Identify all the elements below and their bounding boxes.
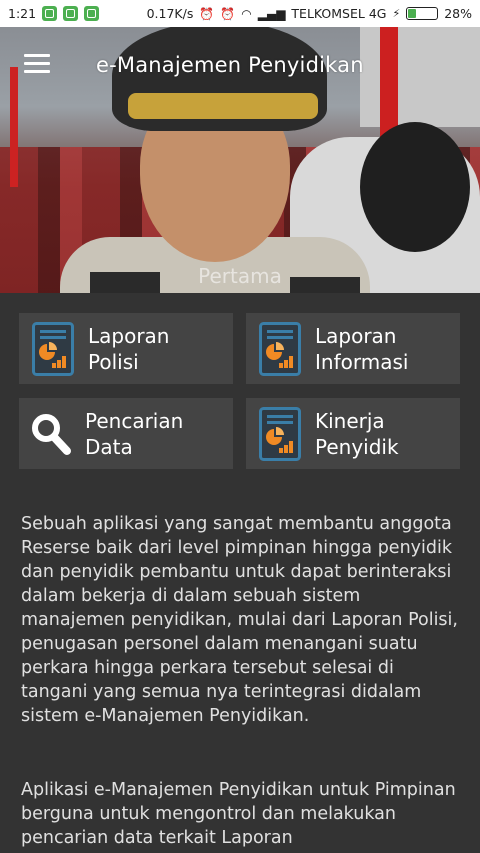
laporan-polisi-label-line2: Polisi [88,349,139,374]
pencarian-data-label-line1: Pencarian [85,408,184,433]
report-chart-icon [259,321,301,376]
notification-icon [63,6,79,21]
description-paragraph: Aplikasi e-Manajemen Penyidikan untuk Pi… [21,780,456,848]
banner-caption: Pertama [198,264,282,288]
battery-icon [406,7,439,20]
kinerja-penyidik-label-line2: Penyidik [315,434,399,459]
banner-cap-band [128,93,318,119]
network-speed: 0.17K/s [146,6,194,21]
laporan-polisi-button[interactable]: Laporan Polisi [19,313,233,384]
banner-red-pole [10,67,18,187]
kinerja-penyidik-button[interactable]: Kinerja Penyidik [246,398,460,469]
banner-person-head [360,122,470,252]
signal-icon: ▂▄▆ [257,6,286,21]
alarm-icon: ⏰ [220,6,236,21]
wifi-icon: ◠ [241,6,252,21]
pencarian-data-button[interactable]: Pencarian Data [19,398,233,469]
hamburger-menu-icon[interactable] [24,54,50,74]
carrier-label: TELKOMSEL 4G [291,6,387,21]
app-title: e-Manajemen Penyidikan [96,53,364,77]
laporan-informasi-button[interactable]: Laporan Informasi [246,313,460,384]
charging-icon: ⚡ [392,7,401,20]
report-chart-icon [32,321,74,376]
laporan-informasi-label-line2: Informasi [315,349,409,374]
laporan-informasi-label-line1: Laporan [315,323,397,348]
notification-icon [42,6,58,21]
pencarian-data-label-line2: Data [85,434,133,459]
report-chart-icon [259,406,301,461]
banner-sign [360,27,480,127]
search-icon [32,413,71,455]
description-paragraph: Sebuah aplikasi yang sangat membantu ang… [21,514,458,726]
status-time: 1:21 [8,6,37,21]
notification-icon [84,6,100,21]
battery-percent: 28% [444,6,472,21]
kinerja-penyidik-label-line1: Kinerja [315,408,385,433]
laporan-polisi-label-line1: Laporan [88,323,170,348]
alarm-off-icon: ⏰ [199,6,215,21]
status-bar: 1:21 0.17K/s ⏰ ⏰ ◠ ▂▄▆ TELKOMSEL 4G ⚡ 28… [0,0,480,27]
